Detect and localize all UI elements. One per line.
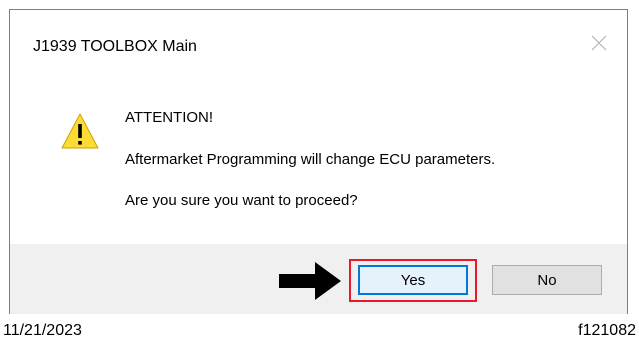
title-bar: J1939 TOOLBOX Main: [10, 10, 627, 76]
attention-text: ATTENTION!: [125, 109, 214, 126]
button-bar: Yes No: [10, 244, 627, 314]
dialog-title: J1939 TOOLBOX Main: [33, 38, 197, 55]
caption-figure-id: f121082: [578, 322, 636, 339]
warning-message-text: Aftermarket Programming will change ECU …: [125, 151, 496, 168]
confirmation-question-text: Are you sure you want to proceed?: [125, 192, 358, 209]
yes-button[interactable]: Yes: [358, 265, 468, 295]
right-arrow-icon: [279, 262, 341, 300]
close-icon: [591, 35, 607, 51]
message-dialog: J1939 TOOLBOX Main ATTENTION! Aftermarke…: [9, 9, 628, 314]
no-button[interactable]: No: [492, 265, 602, 295]
caption-date: 11/21/2023: [3, 322, 82, 339]
warning-triangle-icon: [61, 113, 99, 149]
close-button[interactable]: [571, 10, 627, 76]
dialog-content: ATTENTION! Aftermarket Programming will …: [10, 76, 627, 244]
